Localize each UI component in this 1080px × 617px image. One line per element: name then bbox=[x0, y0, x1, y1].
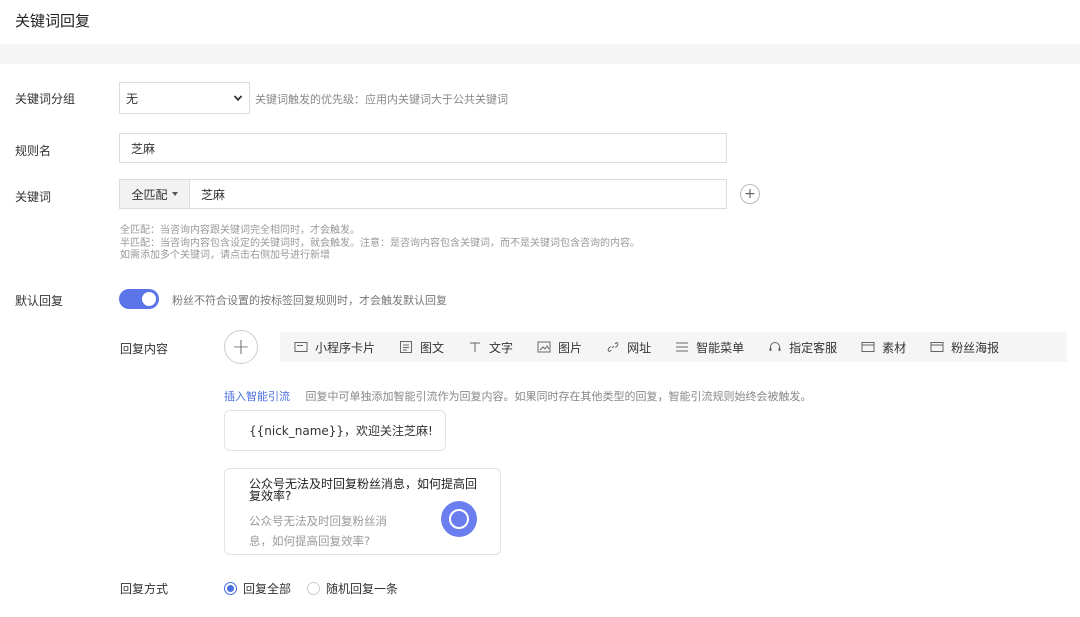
rule-name-input[interactable]: 芝麻 bbox=[119, 133, 727, 163]
material-icon bbox=[861, 342, 875, 352]
default-reply-hint: 粉丝不符合设置的按标签回复规则时，才会触发默认回复 bbox=[172, 294, 447, 307]
add-reply-button[interactable]: + bbox=[224, 330, 258, 364]
reply-type-toolbar: 小程序卡片 图文 文字 图片 网址 智能菜单 指定客服 素材 粉丝海报 bbox=[280, 332, 1067, 362]
tool-label: 小程序卡片 bbox=[315, 340, 376, 355]
tool-label: 图片 bbox=[558, 340, 583, 355]
reply-mode-options: 回复全部 随机回复一条 bbox=[224, 580, 398, 597]
tool-label: 网址 bbox=[627, 340, 652, 355]
menu-icon bbox=[676, 342, 689, 352]
header: 关键词回复 bbox=[0, 0, 1080, 44]
tool-label: 粉丝海报 bbox=[951, 340, 1000, 355]
caret-down-icon bbox=[171, 192, 178, 196]
tool-material[interactable]: 素材 bbox=[861, 339, 906, 356]
chevron-down-icon bbox=[233, 95, 243, 102]
insert-smart-traffic-link[interactable]: 插入智能引流 bbox=[224, 390, 290, 403]
promo-title: 公众号无法及时回复粉丝消息，如何提高回复效率? bbox=[249, 477, 478, 503]
reply-mode-label: 回复方式 bbox=[120, 582, 169, 596]
reply-content-label: 回复内容 bbox=[120, 342, 169, 356]
link-icon bbox=[607, 341, 619, 353]
tool-label: 素材 bbox=[882, 340, 907, 355]
plus-icon: + bbox=[744, 186, 756, 202]
plus-icon: + bbox=[231, 334, 251, 360]
group-label: 关键词分组 bbox=[15, 92, 76, 106]
help-line-multi: 如需添加多个关键词，请点击右侧加号进行新增 bbox=[120, 250, 330, 261]
mini-program-card-icon bbox=[294, 342, 308, 352]
help-line-full: 全匹配：当咨询内容跟关键词完全相同时，才会触发。 bbox=[120, 225, 360, 236]
tool-mini-program-card[interactable]: 小程序卡片 bbox=[294, 339, 375, 356]
keyword-label: 关键词 bbox=[15, 190, 52, 204]
keyword-help: 全匹配：当咨询内容跟关键词完全相同时，才会触发。 半匹配：当咨询内容包含设定的关… bbox=[120, 225, 640, 263]
tool-image[interactable]: 图片 bbox=[537, 339, 582, 356]
keyword-input-group: 全匹配 芝麻 bbox=[119, 179, 727, 209]
add-keyword-button[interactable]: + bbox=[740, 184, 760, 204]
promo-desc: 公众号无法及时回复粉丝消息，如何提高回复效率? bbox=[249, 514, 387, 548]
tool-label: 智能菜单 bbox=[696, 340, 745, 355]
match-mode-dropdown[interactable]: 全匹配 bbox=[120, 180, 190, 208]
tool-label: 图文 bbox=[420, 340, 445, 355]
divider-band bbox=[0, 44, 1080, 64]
reply-message-card[interactable]: {{nick_name}}，欢迎关注芝麻! bbox=[224, 410, 446, 451]
image-icon bbox=[537, 341, 551, 353]
radio-reply-all[interactable] bbox=[224, 582, 237, 595]
reply-message-text: {{nick_name}}，欢迎关注芝麻! bbox=[249, 424, 433, 438]
smart-traffic-hint: 回复中可单独添加智能引流作为回复内容。如果同时存在其他类型的回复，智能引流规则始… bbox=[305, 390, 812, 403]
tool-label: 指定客服 bbox=[789, 340, 838, 355]
tool-link[interactable]: 网址 bbox=[606, 339, 651, 356]
radio-reply-random[interactable] bbox=[307, 582, 321, 595]
keyword-value: 芝麻 bbox=[201, 187, 226, 202]
toggle-knob bbox=[142, 292, 156, 306]
chat-bubble-icon bbox=[441, 501, 477, 537]
smart-traffic-row: 插入智能引流 回复中可单独添加智能引流作为回复内容。如果同时存在其他类型的回复，… bbox=[224, 388, 812, 404]
poster-icon bbox=[930, 342, 944, 352]
group-hint: 关键词触发的优先级：应用内关键词大于公共关键词 bbox=[255, 93, 508, 106]
rule-name-value: 芝麻 bbox=[131, 141, 156, 156]
tool-assign-agent[interactable]: 指定客服 bbox=[768, 339, 837, 356]
default-reply-label: 默认回复 bbox=[15, 294, 64, 308]
tool-fan-poster[interactable]: 粉丝海报 bbox=[930, 339, 999, 356]
tool-label: 文字 bbox=[489, 340, 514, 355]
tool-smart-menu[interactable]: 智能菜单 bbox=[675, 339, 744, 356]
group-select-value: 无 bbox=[126, 91, 139, 106]
help-line-partial: 半匹配：当咨询内容包含设定的关键词时，就会触发。注意：是咨询内容包含关键词，而不… bbox=[120, 237, 640, 249]
keyword-input[interactable]: 芝麻 bbox=[190, 180, 225, 208]
promo-card[interactable]: 公众号无法及时回复粉丝消息，如何提高回复效率? 公众号无法及时回复粉丝消息，如何… bbox=[224, 468, 501, 555]
match-mode-value: 全匹配 bbox=[131, 187, 168, 202]
group-select[interactable]: 无 bbox=[119, 82, 250, 114]
radio-reply-random-label: 随机回复一条 bbox=[326, 582, 399, 596]
default-reply-toggle[interactable] bbox=[119, 289, 159, 309]
headset-icon bbox=[769, 342, 781, 351]
text-icon bbox=[470, 342, 481, 352]
rule-label: 规则名 bbox=[15, 144, 52, 158]
keyword-reply-page: 关键词回复 关键词分组 无 关键词触发的优先级：应用内关键词大于公共关键词 规则… bbox=[0, 0, 1080, 617]
tool-article[interactable]: 图文 bbox=[399, 339, 444, 356]
radio-reply-all-label: 回复全部 bbox=[243, 582, 292, 596]
tool-text[interactable]: 文字 bbox=[468, 339, 513, 356]
article-icon bbox=[400, 341, 413, 353]
page-title: 关键词回复 bbox=[15, 12, 91, 30]
